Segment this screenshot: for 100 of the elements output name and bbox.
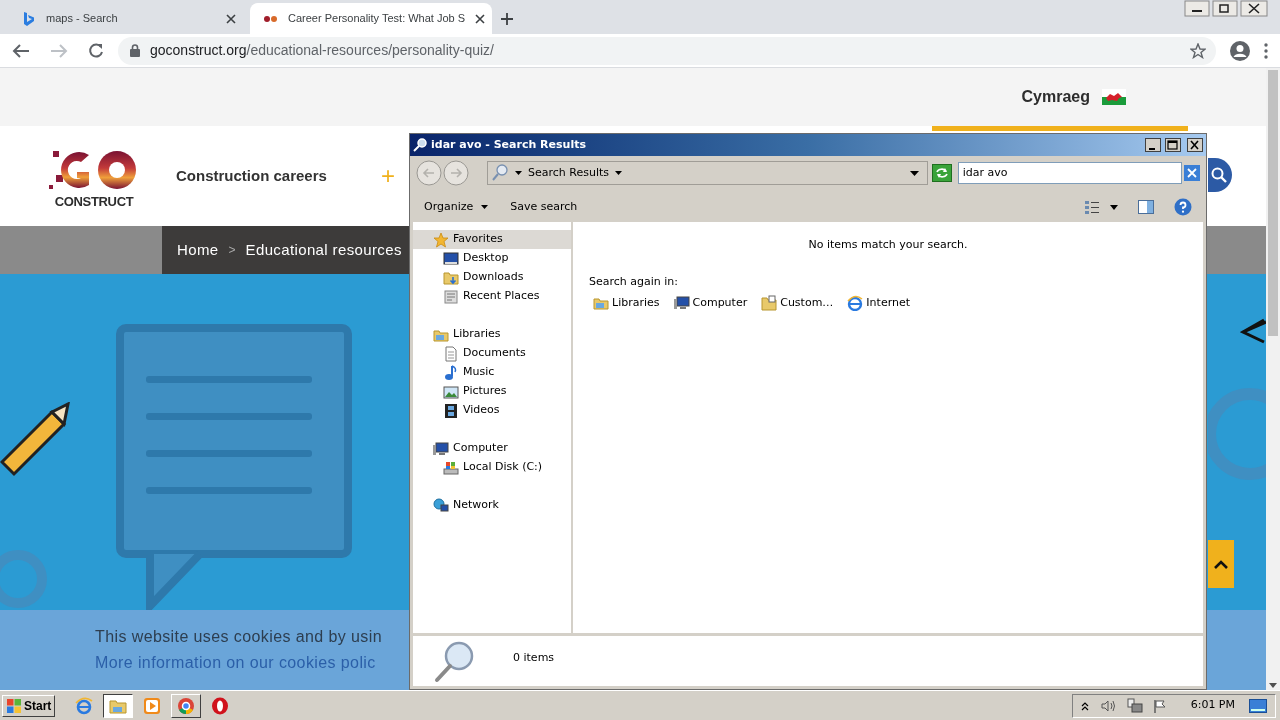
- flag-icon[interactable]: [1152, 698, 1167, 713]
- show-desktop-icon[interactable]: [1249, 698, 1267, 713]
- picture-icon: [443, 383, 459, 400]
- search-location-link[interactable]: Custom…: [761, 294, 834, 312]
- nav-item[interactable]: Music: [413, 363, 571, 382]
- caret-icon[interactable]: [1110, 204, 1118, 210]
- star-icon[interactable]: [1190, 42, 1206, 59]
- tab-title: Career Personality Test: What Job S: [288, 11, 466, 27]
- nav-item[interactable]: Videos: [413, 401, 571, 420]
- nav-item[interactable]: Local Disk (C:): [413, 458, 571, 477]
- caret-icon[interactable]: [615, 171, 622, 175]
- chrome-icon: [177, 696, 196, 715]
- nav-item[interactable]: Recent Places: [413, 287, 571, 306]
- computer-icon: [673, 295, 690, 311]
- windows-logo-icon: [6, 697, 22, 714]
- internet-explorer-icon: [75, 696, 94, 715]
- nav-link[interactable]: Construction careers: [176, 164, 327, 188]
- caret-up-icon: [1214, 559, 1228, 569]
- view-options-icon[interactable]: [1084, 199, 1100, 215]
- search-location-link[interactable]: Computer: [673, 294, 748, 312]
- lock-icon: [130, 44, 140, 57]
- back-to-top-button[interactable]: [1208, 540, 1234, 588]
- library-folder-icon: [593, 295, 609, 311]
- nav-item[interactable]: Downloads: [413, 268, 571, 287]
- nav-item[interactable]: Documents: [413, 344, 571, 363]
- internet-explorer-icon: [847, 295, 864, 311]
- nav-item[interactable]: Computer: [413, 439, 571, 458]
- maximize-button[interactable]: [1165, 138, 1181, 152]
- nav-item[interactable]: Network: [413, 496, 571, 515]
- browser-tab[interactable]: maps - Search: [8, 3, 250, 34]
- search-icon: [1211, 167, 1227, 183]
- folder-icon: [761, 295, 778, 311]
- logo-text: CONSTRUCT: [54, 194, 134, 208]
- cookie-notice-text: This website uses cookies and by usin: [95, 627, 382, 647]
- close-icon[interactable]: [475, 13, 486, 24]
- browser-tab[interactable]: Career Personality Test: What Job S: [250, 3, 492, 34]
- address-bar[interactable]: goconstruct.org/educational-resources/personality-quiz/: [118, 36, 1216, 65]
- search-field[interactable]: idar avo: [957, 162, 1182, 184]
- tab-title: maps - Search: [46, 11, 119, 27]
- search-icon: [413, 138, 427, 152]
- breadcrumb-link[interactable]: Educational resources: [245, 238, 402, 262]
- refresh-icon[interactable]: [931, 164, 952, 182]
- monitor-icon: [443, 250, 459, 267]
- media-player-icon: [143, 696, 162, 715]
- search-location-link[interactable]: Libraries: [593, 294, 660, 312]
- window-controls-icon[interactable]: [1184, 0, 1268, 18]
- search-again-label: Search again in:: [589, 273, 679, 290]
- preview-pane-icon[interactable]: [1138, 199, 1154, 215]
- arrow-drawing: [1240, 318, 1266, 344]
- nav-item[interactable]: Pictures: [413, 382, 571, 401]
- opera-icon: [211, 696, 230, 715]
- nav-item[interactable]: Libraries: [413, 325, 571, 344]
- clear-search-icon[interactable]: [1184, 165, 1200, 181]
- scrollbar[interactable]: [1266, 68, 1280, 690]
- search-button[interactable]: [1208, 158, 1232, 192]
- gear-outline-drawing: [0, 548, 50, 610]
- breadcrumb-link[interactable]: Home: [177, 238, 219, 262]
- caret-icon: [481, 205, 489, 209]
- reload-icon[interactable]: [88, 42, 104, 59]
- speaker-icon[interactable]: [1098, 698, 1117, 713]
- address-field[interactable]: Search Results: [487, 161, 928, 185]
- recent-places-icon: [443, 288, 459, 305]
- network-icon[interactable]: [1126, 697, 1143, 714]
- url-text: goconstruct.org/educational-resources/personality-quiz/: [150, 41, 495, 60]
- save-search-button[interactable]: Save search: [504, 195, 584, 219]
- more-menu-icon[interactable]: [1264, 42, 1268, 59]
- close-icon[interactable]: [226, 13, 236, 24]
- window-title: idar avo - Search Results: [431, 136, 587, 153]
- close-button[interactable]: [1187, 138, 1203, 152]
- new-tab-icon[interactable]: [500, 12, 514, 26]
- caret-icon[interactable]: [515, 171, 522, 175]
- clock[interactable]: 6:01 PM: [1190, 697, 1235, 714]
- minimize-button[interactable]: [1145, 138, 1161, 152]
- flag-icon: [1102, 89, 1126, 105]
- network-icon: [433, 497, 449, 514]
- breadcrumb-separator: >: [228, 242, 236, 259]
- nav-item[interactable]: Favorites: [413, 230, 571, 249]
- profile-icon[interactable]: [1230, 40, 1250, 61]
- scrollbar-thumb[interactable]: [1268, 70, 1278, 336]
- empty-results-message: No items match your search.: [808, 237, 968, 253]
- computer-icon: [433, 440, 449, 457]
- help-icon[interactable]: [1174, 198, 1192, 216]
- back-icon[interactable]: [12, 42, 30, 59]
- address-text: Search Results: [528, 164, 609, 181]
- download-folder-icon: [443, 269, 459, 286]
- language-link[interactable]: Cymraeg: [1021, 85, 1090, 109]
- music-note-icon: [443, 364, 459, 381]
- dropdown-icon[interactable]: [909, 170, 919, 176]
- bing-logo-icon: [22, 10, 36, 27]
- nav-item[interactable]: Desktop: [413, 249, 571, 268]
- star-icon: [433, 231, 449, 248]
- start-button[interactable]: Start: [2, 694, 56, 717]
- taskbar-app-button[interactable]: [103, 693, 134, 718]
- disk-drive-icon: [443, 459, 459, 476]
- search-location-link[interactable]: Internet: [847, 294, 911, 312]
- chevron-up-icon[interactable]: [1080, 700, 1089, 711]
- item-count: 0 items: [513, 650, 555, 666]
- organize-button[interactable]: Organize: [418, 195, 495, 219]
- site-logo[interactable]: CONSTRUCT: [48, 144, 140, 208]
- film-icon: [443, 402, 459, 419]
